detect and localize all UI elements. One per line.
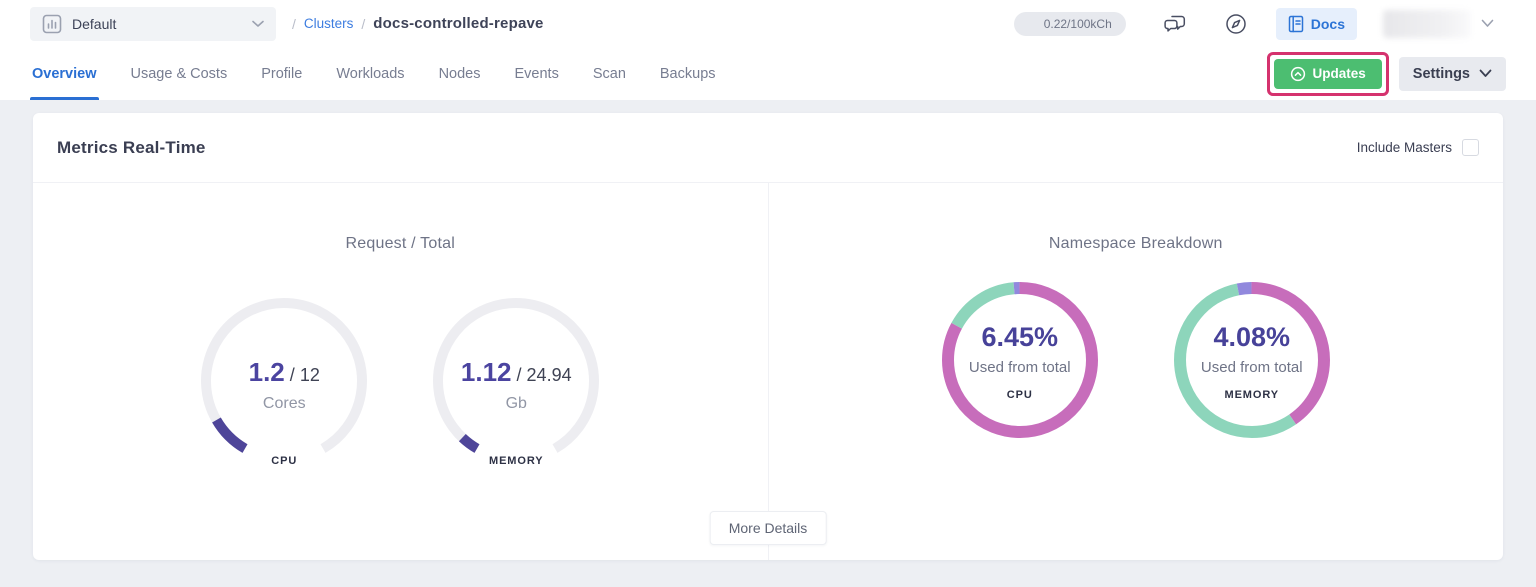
docs-button-label: Docs <box>1311 16 1345 32</box>
memory-donut-percent: 4.08% <box>1213 322 1290 353</box>
include-masters-label: Include Masters <box>1357 140 1452 155</box>
tab-workloads[interactable]: Workloads <box>334 47 406 100</box>
tab-usage-costs[interactable]: Usage & Costs <box>129 47 230 100</box>
chevron-down-icon <box>1479 69 1492 78</box>
cpu-gauge-value: 1.2 <box>249 357 285 387</box>
usage-quota-badge: 0.22/100kCh <box>1014 12 1126 36</box>
cpu-donut-text: 6.45% Used from total CPU <box>939 279 1101 441</box>
include-masters-checkbox[interactable] <box>1462 139 1479 156</box>
include-masters-control: Include Masters <box>1357 139 1479 156</box>
card-header: Metrics Real-Time Include Masters <box>33 113 1503 183</box>
memory-gauge-text: 1.12 / 24.94 Gb <box>426 357 606 413</box>
cpu-gauge-text: 1.2 / 12 Cores <box>194 357 374 413</box>
top-bar: Default / Clusters / docs-controlled-rep… <box>0 0 1536 47</box>
chevron-down-icon <box>252 20 264 28</box>
card-body: Request / Total 1.2 / 12 Cores CPU <box>33 183 1503 560</box>
cpu-gauge: 1.2 / 12 Cores CPU <box>194 291 374 471</box>
memory-gauge-value: 1.12 <box>461 357 512 387</box>
user-menu[interactable] <box>1383 10 1494 38</box>
tab-events[interactable]: Events <box>512 47 560 100</box>
tab-profile[interactable]: Profile <box>259 47 304 100</box>
namespace-breakdown-section: Namespace Breakdown 6.45% Used from tota… <box>769 183 1504 560</box>
memory-gauge-unit: Gb <box>426 395 606 413</box>
user-name-redacted <box>1383 10 1471 38</box>
cpu-donut: 6.45% Used from total CPU <box>939 279 1101 441</box>
tab-nodes[interactable]: Nodes <box>437 47 483 100</box>
compass-icon[interactable] <box>1224 12 1248 36</box>
page-content: Metrics Real-Time Include Masters Reques… <box>0 100 1536 560</box>
memory-donut-label: MEMORY <box>1225 389 1280 401</box>
settings-button[interactable]: Settings <box>1399 57 1506 91</box>
more-details-button[interactable]: More Details <box>710 511 827 545</box>
breadcrumb-cluster-name: docs-controlled-repave <box>373 15 543 32</box>
tab-actions: Updates Settings <box>1267 47 1506 100</box>
tab-scan[interactable]: Scan <box>591 47 628 100</box>
book-icon <box>1288 15 1304 33</box>
tab-overview[interactable]: Overview <box>30 47 99 100</box>
upgrade-circle-icon <box>1290 66 1306 82</box>
breadcrumb-separator: / <box>292 16 296 32</box>
memory-donut-text: 4.08% Used from total MEMORY <box>1171 279 1333 441</box>
memory-gauge: 1.12 / 24.94 Gb MEMORY <box>426 291 606 471</box>
memory-gauge-label: MEMORY <box>426 455 606 467</box>
project-selector-label: Default <box>72 16 252 32</box>
breadcrumb-separator: / <box>361 16 365 32</box>
tabs: Overview Usage & Costs Profile Workloads… <box>30 47 718 100</box>
metrics-realtime-card: Metrics Real-Time Include Masters Reques… <box>33 113 1503 560</box>
updates-button[interactable]: Updates <box>1274 59 1382 89</box>
memory-donut: 4.08% Used from total MEMORY <box>1171 279 1333 441</box>
cpu-donut-subtitle: Used from total <box>969 359 1071 376</box>
project-selector[interactable]: Default <box>30 7 276 41</box>
request-total-section: Request / Total 1.2 / 12 Cores CPU <box>33 183 768 560</box>
cluster-tab-bar: Overview Usage & Costs Profile Workloads… <box>0 47 1536 100</box>
cpu-gauge-unit: Cores <box>194 395 374 413</box>
cpu-donut-percent: 6.45% <box>981 322 1058 353</box>
breadcrumb: / Clusters / docs-controlled-repave <box>292 15 544 32</box>
request-total-title: Request / Total <box>346 235 455 253</box>
memory-donut-subtitle: Used from total <box>1201 359 1303 376</box>
chat-icon[interactable] <box>1162 12 1188 36</box>
breadcrumb-clusters-link[interactable]: Clusters <box>304 16 354 31</box>
chevron-down-icon <box>1481 19 1494 28</box>
bar-chart-icon <box>42 14 62 34</box>
cpu-gauge-label: CPU <box>194 455 374 467</box>
namespace-breakdown-title: Namespace Breakdown <box>1049 235 1223 253</box>
settings-button-label: Settings <box>1413 66 1470 82</box>
cpu-donut-label: CPU <box>1007 389 1033 401</box>
docs-button[interactable]: Docs <box>1276 8 1357 40</box>
annotation-highlight-box: Updates <box>1267 52 1389 96</box>
card-title: Metrics Real-Time <box>57 138 206 158</box>
tab-backups[interactable]: Backups <box>658 47 718 100</box>
updates-button-label: Updates <box>1313 66 1366 81</box>
